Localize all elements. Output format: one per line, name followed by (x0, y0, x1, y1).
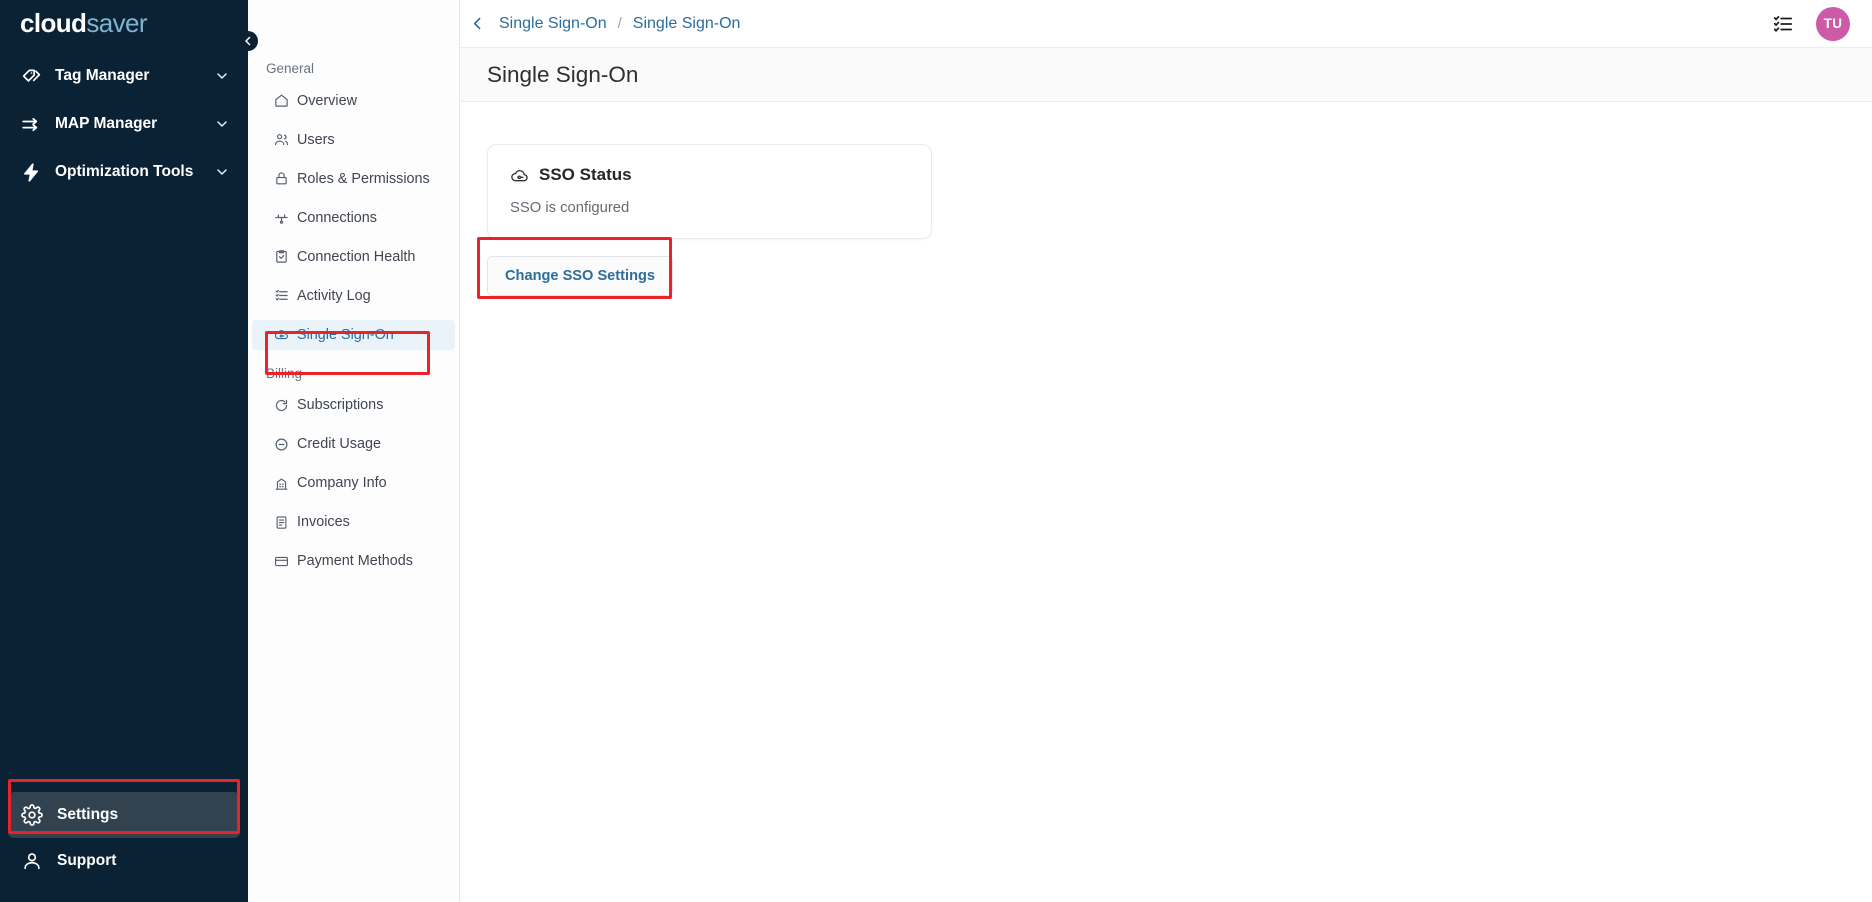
breadcrumb-separator: / (617, 15, 622, 32)
sidebar-item-credit-usage[interactable]: Credit Usage (252, 429, 455, 459)
nav-item-label: Optimization Tools (55, 163, 194, 180)
sidebar-item-label: Single Sign-On (297, 326, 394, 343)
sidebar-item-payment-methods[interactable]: Payment Methods (252, 546, 455, 576)
lightning-bolt-icon (20, 161, 42, 183)
nav-item-settings[interactable]: Settings (8, 792, 240, 838)
sidebar-item-company-info[interactable]: Company Info (252, 468, 455, 498)
sidebar-item-label: Subscriptions (297, 397, 384, 413)
nav-item-support[interactable]: Support (8, 838, 240, 884)
sidebar-item-label: Overview (297, 92, 357, 109)
sidebar-item-label: Invoices (297, 514, 350, 530)
nav-item-label: Support (57, 852, 117, 869)
sidebar-item-label: Credit Usage (297, 436, 381, 452)
sidebar-item-label: Payment Methods (297, 553, 413, 569)
page-title: Single Sign-On (487, 61, 639, 87)
app-root: cloudsaver Tag Manager MAP Manager Optim… (0, 0, 1872, 902)
sso-actions: Change SSO Settings (487, 256, 1872, 296)
sidebar-item-activity-log[interactable]: Activity Log (252, 281, 455, 311)
sidebar-item-single-sign-on[interactable]: Single Sign-On (252, 319, 455, 350)
sidebar-item-label: Connections (297, 209, 377, 226)
sso-status-card: SSO Status SSO is configured (487, 144, 932, 239)
change-sso-settings-button[interactable]: Change SSO Settings (487, 256, 674, 296)
clipboard-check-icon (274, 249, 289, 264)
cloud-key-icon (510, 166, 529, 185)
sidebar-item-invoices[interactable]: Invoices (252, 507, 455, 537)
sidebar-item-connection-health[interactable]: Connection Health (252, 242, 455, 272)
sso-card-header: SSO Status (510, 165, 909, 185)
sidebar-group-label-general: General (266, 61, 315, 76)
brand-logo[interactable]: cloudsaver (0, 0, 248, 46)
brand-text: cloudsaver (20, 8, 148, 38)
sidebar-item-users[interactable]: Users (252, 125, 455, 155)
chevron-down-icon[interactable] (214, 164, 230, 180)
page-content: SSO Status SSO is configured Change SSO … (460, 102, 1872, 902)
users-icon (274, 132, 289, 147)
settings-sidebar: General Overview Users Roles & Permissio… (248, 0, 460, 902)
lock-icon (274, 171, 289, 186)
nav-item-map-manager[interactable]: MAP Manager (0, 100, 248, 148)
sidebar-item-subscriptions[interactable]: Subscriptions (252, 390, 455, 420)
breadcrumb: Single Sign-On / Single Sign-On (460, 13, 740, 35)
nav-item-optimization-tools[interactable]: Optimization Tools (0, 148, 248, 196)
refresh-icon (274, 398, 289, 413)
primary-nav-bottom: Settings Support (0, 792, 248, 902)
circle-minus-icon (274, 437, 289, 452)
sidebar-item-overview[interactable]: Overview (252, 86, 455, 116)
primary-nav-top: Tag Manager MAP Manager Optimization Too… (0, 46, 248, 196)
brand-secondary: saver (86, 8, 147, 38)
sidebar-group-label-billing: Billing (266, 365, 303, 381)
nav-item-label: MAP Manager (55, 115, 158, 132)
sidebar-item-label: Company Info (297, 475, 387, 491)
nav-item-label: Settings (57, 806, 119, 823)
back-button[interactable] (466, 13, 488, 35)
credit-card-icon (274, 554, 289, 569)
tag-icon (20, 65, 42, 87)
plug-icon (274, 210, 289, 225)
gear-icon (21, 804, 43, 826)
breadcrumb-current: Single Sign-On (632, 14, 741, 32)
primary-sidebar: cloudsaver Tag Manager MAP Manager Optim… (0, 0, 258, 902)
sidebar-item-roles-permissions[interactable]: Roles & Permissions (252, 164, 455, 194)
sidebar-item-label: Connection Health (297, 248, 416, 265)
top-bar-actions: TU (1770, 6, 1850, 41)
chevron-down-icon[interactable] (214, 116, 230, 132)
sidebar-item-connections[interactable]: Connections (252, 203, 455, 233)
main-area: Single Sign-On / Single Sign-On TU Singl… (460, 0, 1872, 902)
document-icon (274, 515, 289, 530)
list-icon (274, 288, 289, 303)
building-icon (274, 476, 289, 491)
nav-item-tag-manager[interactable]: Tag Manager (0, 52, 248, 100)
chevron-down-icon[interactable] (214, 68, 230, 84)
page-header: Single Sign-On (460, 48, 1872, 102)
sidebar-item-label: Roles & Permissions (297, 170, 430, 187)
cloud-key-icon (274, 327, 289, 342)
checklist-icon[interactable] (1770, 11, 1796, 37)
nav-item-label: Tag Manager (55, 67, 150, 84)
sidebar-item-label: Activity Log (297, 287, 371, 304)
arrows-right-icon (20, 113, 42, 135)
sidebar-item-label: Users (297, 131, 335, 148)
sso-status-text: SSO is configured (510, 200, 630, 216)
brand-primary: cloud (20, 8, 87, 38)
avatar[interactable]: TU (1816, 6, 1850, 41)
sidebar-collapse-toggle[interactable] (238, 31, 258, 51)
home-icon (274, 93, 289, 108)
breadcrumb-parent[interactable]: Single Sign-On (499, 15, 607, 33)
headset-icon (21, 850, 43, 872)
sso-card-title: SSO Status (539, 165, 632, 184)
top-bar: Single Sign-On / Single Sign-On TU (460, 0, 1872, 48)
